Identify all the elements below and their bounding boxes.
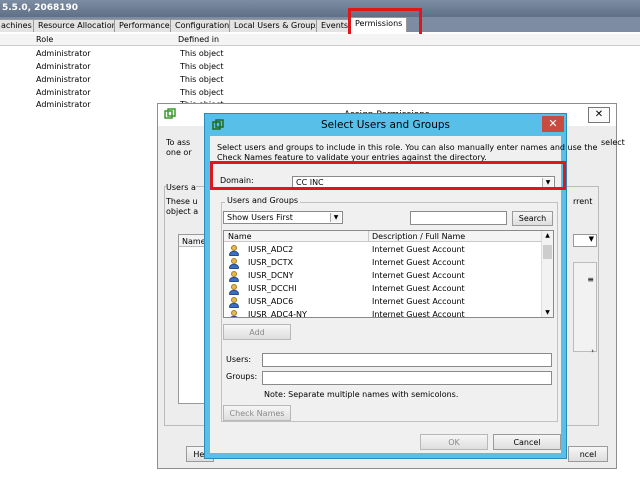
role-privileges-panel[interactable]: ≡ ›: [573, 262, 597, 355]
user-description: Internet Guest Account: [372, 297, 465, 306]
tab-local-users-groups[interactable]: Local Users & Groups: [229, 19, 325, 32]
scroll-right-icon[interactable]: ›: [591, 347, 594, 355]
users-and-groups-label: Users and Groups: [225, 196, 301, 205]
user-description: Internet Guest Account: [372, 258, 465, 267]
grid-defined-cell[interactable]: This object: [180, 75, 224, 84]
tab-virtual-machines[interactable]: achines: [0, 19, 37, 32]
scroll-thumb[interactable]: [543, 245, 552, 259]
groups-input[interactable]: [262, 371, 552, 385]
user-name: IUSR_DCTX: [248, 258, 293, 267]
grid-role-cell[interactable]: Administrator: [36, 62, 91, 71]
list-item[interactable]: IUSR_DCTX Internet Guest Account: [224, 257, 540, 270]
column-divider: [368, 231, 369, 242]
cancel-button[interactable]: Cancel: [493, 434, 561, 450]
search-button[interactable]: Search: [512, 211, 553, 226]
user-name: IUSR_ADC4-NY: [248, 310, 307, 318]
search-input[interactable]: [410, 211, 507, 225]
current-text: rrent: [573, 197, 593, 206]
domain-highlight: [210, 161, 566, 190]
grid-defined-cell[interactable]: This object: [180, 62, 224, 71]
column-defined-in[interactable]: Defined in: [178, 35, 219, 44]
list-item[interactable]: IUSR_ADC6 Internet Guest Account: [224, 296, 540, 309]
filter-select[interactable]: Show Users First ▼: [223, 211, 343, 224]
list-header: Name Description / Full Name: [224, 231, 541, 242]
filter-value: Show Users First: [227, 213, 293, 222]
user-name: IUSR_ADC6: [248, 297, 294, 306]
user-icon: [229, 258, 239, 269]
user-icon: [229, 310, 239, 317]
groups-label: Groups:: [226, 372, 258, 381]
scroll-grip-icon: ≡: [587, 275, 594, 284]
assign-intro-right: select: [601, 138, 625, 147]
name-column-header[interactable]: Name: [179, 235, 207, 247]
tab-resource-allocation[interactable]: Resource Allocation: [33, 19, 122, 32]
user-icon: [229, 297, 239, 308]
close-icon[interactable]: ✕: [588, 107, 610, 123]
list-scrollbar[interactable]: ▲ ▼: [541, 231, 553, 317]
user-name: IUSR_ADC2: [248, 245, 294, 254]
role-dropdown[interactable]: ▼: [573, 234, 597, 247]
tab-performance[interactable]: Performance: [114, 19, 175, 32]
user-icon: [229, 245, 239, 256]
these-users-text: These u: [166, 197, 198, 206]
list-item[interactable]: IUSR_ADC2 Internet Guest Account: [224, 244, 540, 257]
grid-role-cell[interactable]: Administrator: [36, 88, 91, 97]
grid-defined-cell[interactable]: This object: [180, 88, 224, 97]
users-label: Users:: [226, 355, 252, 364]
list-item[interactable]: IUSR_DCCHI Internet Guest Account: [224, 283, 540, 296]
column-role[interactable]: Role: [36, 35, 53, 44]
tab-bar: achines Resource Allocation Performance …: [0, 17, 640, 32]
users-group-label: Users a: [166, 183, 196, 192]
grid-role-cell[interactable]: Administrator: [36, 49, 91, 58]
chevron-up-icon[interactable]: ▲: [542, 232, 553, 239]
chevron-down-icon[interactable]: ▼: [542, 309, 553, 316]
assign-intro-text-2: one or: [166, 148, 192, 157]
user-description: Internet Guest Account: [372, 245, 465, 254]
column-description[interactable]: Description / Full Name: [372, 232, 465, 241]
column-name[interactable]: Name: [228, 232, 252, 241]
grid-role-cell[interactable]: Administrator: [36, 100, 91, 109]
user-name: IUSR_DCNY: [248, 271, 294, 280]
semicolon-note: Note: Separate multiple names with semic…: [264, 390, 459, 399]
user-icon: [229, 271, 239, 282]
user-description: Internet Guest Account: [372, 310, 465, 318]
permissions-grid-header: Role Defined in: [0, 34, 640, 46]
user-description: Internet Guest Account: [372, 271, 465, 280]
back-cancel-button[interactable]: ncel: [568, 446, 608, 462]
close-icon[interactable]: ✕: [542, 116, 564, 132]
assign-intro-text: To ass: [166, 138, 191, 147]
users-list[interactable]: Name Description / Full Name IUSR_ADC2 I…: [223, 230, 554, 318]
check-names-button[interactable]: Check Names: [223, 405, 291, 421]
window-title: 5.5.0, 2068190: [0, 0, 640, 17]
vsphere-icon: [164, 108, 176, 120]
dialog-title: Select Users and Groups: [321, 119, 450, 131]
instructions-line-1: Select users and groups to include in th…: [217, 143, 598, 152]
list-item[interactable]: IUSR_DCNY Internet Guest Account: [224, 270, 540, 283]
object-text: object a: [166, 207, 199, 216]
grid-defined-cell[interactable]: This object: [180, 49, 224, 58]
add-button[interactable]: Add: [223, 324, 291, 340]
chevron-down-icon: ▼: [330, 213, 341, 222]
list-item[interactable]: IUSR_ADC4-NY Internet Guest Account: [224, 309, 540, 318]
user-name: IUSR_DCCHI: [248, 284, 297, 293]
grid-role-cell[interactable]: Administrator: [36, 75, 91, 84]
tab-configuration[interactable]: Configuration: [170, 19, 235, 32]
ok-button[interactable]: OK: [420, 434, 488, 450]
users-input[interactable]: [262, 353, 552, 367]
user-icon: [229, 284, 239, 295]
user-description: Internet Guest Account: [372, 284, 465, 293]
